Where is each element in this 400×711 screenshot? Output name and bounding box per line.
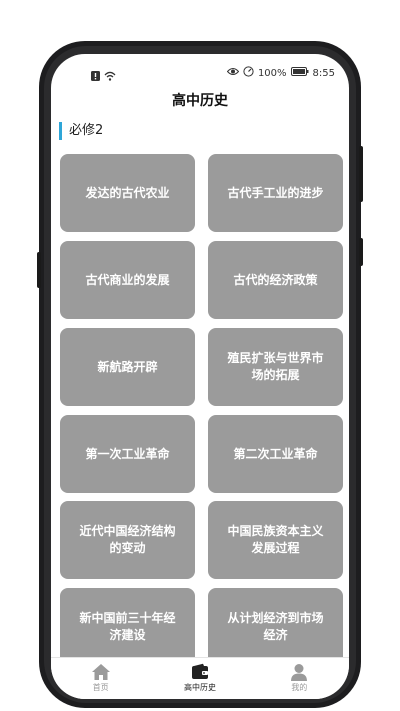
lesson-tile[interactable]: 从计划经济到市场经济: [208, 588, 343, 666]
lesson-tile[interactable]: 新航路开辟: [60, 328, 195, 406]
power-button: [359, 238, 363, 266]
wallet-icon: [190, 663, 210, 681]
status-time: 8:55: [312, 67, 335, 79]
nav-history-label: 高中历史: [183, 683, 216, 692]
nav-history[interactable]: 高中历史: [150, 658, 249, 699]
section-title: 必修2: [69, 123, 104, 138]
wifi-icon: [104, 66, 116, 85]
volume-button: [359, 146, 363, 202]
lesson-tile[interactable]: 中国民族资本主义发展过程: [208, 501, 343, 579]
lesson-tile[interactable]: 第一次工业革命: [60, 415, 195, 493]
nav-mine[interactable]: 我的: [250, 658, 349, 699]
lesson-tile[interactable]: 古代的经济政策: [208, 241, 343, 319]
page-title: 高中历史: [172, 93, 228, 109]
lesson-tile[interactable]: 古代手工业的进步: [208, 154, 343, 232]
status-bar: 100% 8:55: [51, 54, 349, 84]
lesson-tile[interactable]: 古代商业的发展: [60, 241, 195, 319]
nav-home[interactable]: 首页: [51, 658, 150, 699]
nav-home-label: 首页: [92, 683, 109, 692]
eye-comfort-icon: [226, 67, 240, 80]
lesson-tile[interactable]: 发达的古代农业: [60, 154, 195, 232]
home-icon: [91, 663, 111, 681]
section-accent-bar: [59, 122, 62, 140]
user-icon: [289, 663, 309, 681]
battery-icon: [290, 67, 309, 80]
battery-percent: 100%: [257, 67, 287, 79]
speed-icon: [243, 66, 254, 81]
lesson-tile[interactable]: 第二次工业革命: [208, 415, 343, 493]
lesson-tile[interactable]: 殖民扩张与世界市场的拓展: [208, 328, 343, 406]
lesson-tile[interactable]: 近代中国经济结构的变动: [60, 501, 195, 579]
nav-mine-label: 我的: [291, 683, 308, 692]
sim-alert-icon: [91, 66, 100, 85]
lesson-tile[interactable]: 新中国前三十年经济建设: [60, 588, 195, 666]
bottom-nav: 首页 高中历史 我的: [51, 657, 349, 699]
app-screen: 100% 8:55 高中历史 必修2 发达的古代农业 古代手工业的进步 古代商业…: [51, 54, 349, 699]
side-button-left: [37, 252, 41, 288]
